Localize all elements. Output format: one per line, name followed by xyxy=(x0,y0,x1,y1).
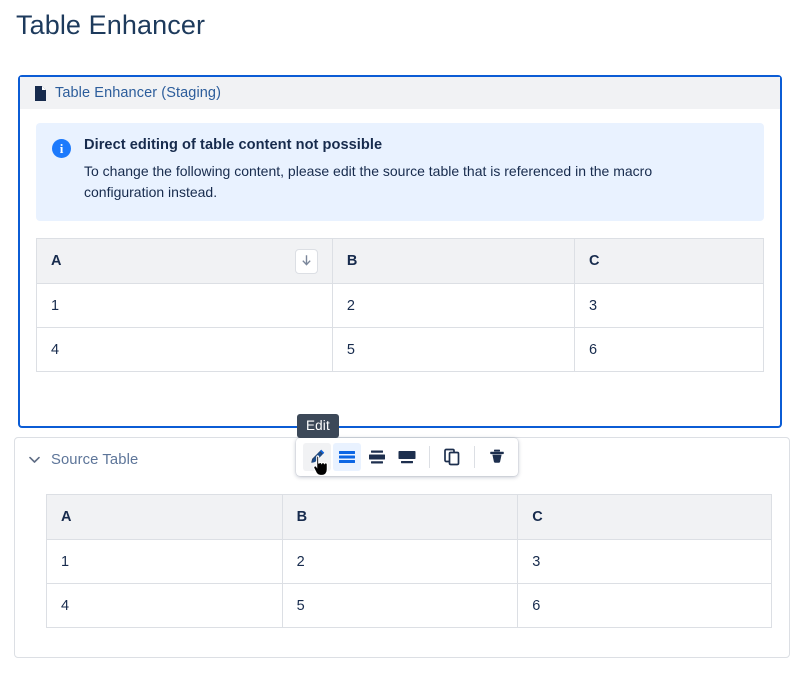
column-header-c[interactable]: C xyxy=(518,495,772,540)
macro-table: A B xyxy=(36,238,764,372)
info-banner-title: Direct editing of table content not poss… xyxy=(84,137,748,153)
layout-full-width-button[interactable] xyxy=(333,443,361,471)
table-cell: 6 xyxy=(574,328,763,372)
table-cell: 1 xyxy=(37,284,333,328)
column-header-a-label: A xyxy=(51,253,61,269)
column-header-a[interactable]: A xyxy=(37,239,333,284)
table-cell: 4 xyxy=(37,328,333,372)
column-header-c-label: C xyxy=(589,253,599,269)
macro-table-container: A B xyxy=(36,238,764,372)
column-header-b-label: B xyxy=(347,253,357,269)
table-cell: 1 xyxy=(47,540,283,584)
copy-button[interactable] xyxy=(438,443,466,471)
edit-tooltip: Edit xyxy=(297,414,339,438)
column-header-a-label: A xyxy=(61,509,71,525)
page-title: Table Enhancer xyxy=(16,10,205,41)
source-table: A B C 1 2 3 xyxy=(46,494,772,628)
layout-center-icon xyxy=(367,449,387,465)
table-row: 1 2 3 xyxy=(47,540,772,584)
toolbar-divider xyxy=(474,446,475,468)
column-header-b-label: B xyxy=(297,509,307,525)
column-header-c-label: C xyxy=(532,509,542,525)
column-header-b[interactable]: B xyxy=(282,495,518,540)
copy-icon xyxy=(443,448,461,466)
floating-toolbar xyxy=(296,438,518,476)
column-header-c[interactable]: C xyxy=(574,239,763,284)
table-cell: 5 xyxy=(332,328,574,372)
document-icon xyxy=(34,86,46,101)
table-row: 1 2 3 xyxy=(37,284,764,328)
chevron-down-icon[interactable] xyxy=(28,456,40,464)
source-table-title: Source Table xyxy=(51,452,138,468)
table-cell: 3 xyxy=(518,540,772,584)
toolbar-divider xyxy=(429,446,430,468)
edit-button[interactable] xyxy=(303,443,331,471)
info-banner: i Direct editing of table content not po… xyxy=(36,123,764,221)
table-row: 4 5 6 xyxy=(47,584,772,628)
column-header-a[interactable]: A xyxy=(47,495,283,540)
table-cell: 6 xyxy=(518,584,772,628)
layout-wide-icon xyxy=(397,449,417,465)
delete-button[interactable] xyxy=(483,443,511,471)
info-icon: i xyxy=(52,139,71,158)
layout-center-button[interactable] xyxy=(363,443,391,471)
table-cell: 2 xyxy=(332,284,574,328)
page-root: Table Enhancer Table Enhancer (Staging) … xyxy=(0,0,800,677)
source-table-container: A B C 1 2 3 xyxy=(46,494,772,628)
macro-body: i Direct editing of table content not po… xyxy=(20,109,780,372)
macro-header: Table Enhancer (Staging) xyxy=(20,77,780,109)
table-cell: 4 xyxy=(47,584,283,628)
macro-header-label: Table Enhancer (Staging) xyxy=(55,85,221,101)
table-cell: 3 xyxy=(574,284,763,328)
layout-full-width-icon xyxy=(337,449,357,465)
trash-icon xyxy=(488,448,506,466)
info-banner-body: To change the following content, please … xyxy=(84,161,684,202)
table-cell: 5 xyxy=(282,584,518,628)
sort-button-a[interactable] xyxy=(295,249,318,274)
layout-wide-button[interactable] xyxy=(393,443,421,471)
pencil-icon xyxy=(308,448,326,466)
table-header-row: A B xyxy=(37,239,764,284)
table-row: 4 5 6 xyxy=(37,328,764,372)
table-header-row: A B C xyxy=(47,495,772,540)
table-cell: 2 xyxy=(282,540,518,584)
arrow-down-icon xyxy=(301,255,312,267)
info-banner-text: Direct editing of table content not poss… xyxy=(84,137,748,205)
column-header-b[interactable]: B xyxy=(332,239,574,284)
macro-panel: Table Enhancer (Staging) i Direct editin… xyxy=(18,75,782,428)
